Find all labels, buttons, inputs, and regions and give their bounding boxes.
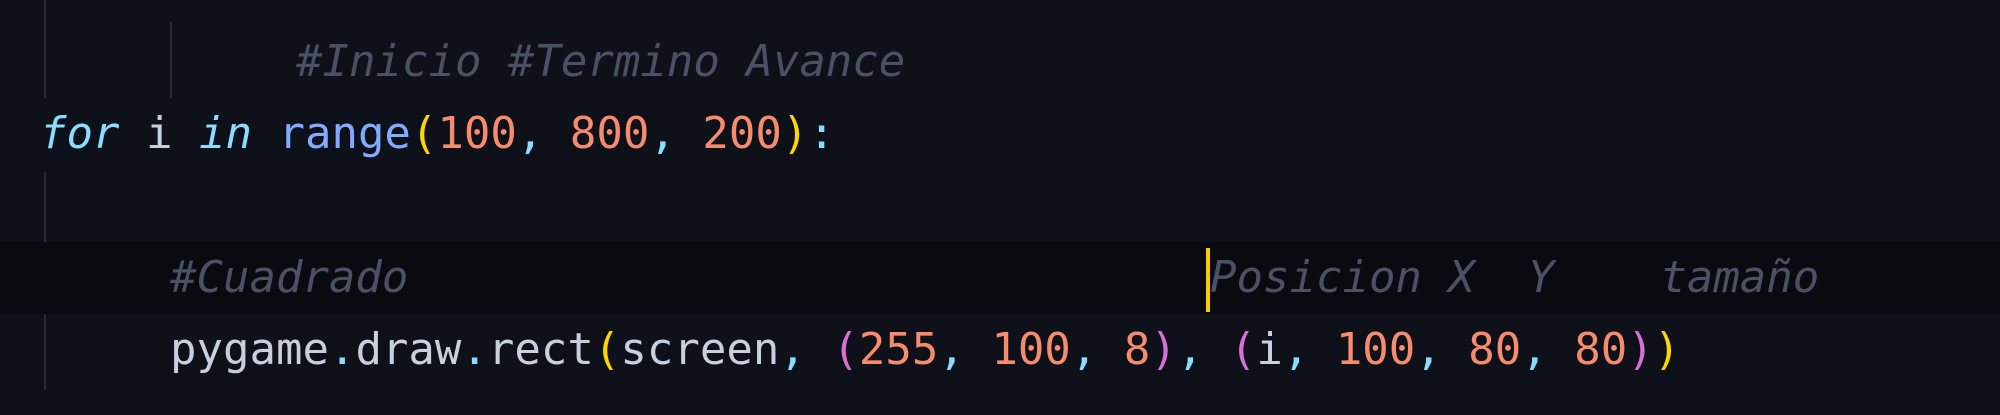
- bracket-token: (: [1229, 324, 1257, 375]
- code-line[interactable]: for i in range(100, 800, 200):: [0, 98, 2000, 170]
- punctuation-token: .: [328, 324, 356, 375]
- function-token: range: [278, 108, 411, 159]
- text-cursor: [1206, 248, 1210, 312]
- keyword-token: in: [198, 108, 252, 159]
- variable-token: i: [145, 108, 173, 159]
- punctuation-token: ,: [938, 324, 965, 375]
- punctuation-token: ,: [649, 108, 676, 159]
- code-line[interactable]: pygame.draw.rect(screen, (255, 100, 8), …: [0, 314, 2000, 386]
- number-token: 80: [1468, 324, 1522, 375]
- identifier-token: pygame: [170, 324, 329, 375]
- punctuation-token: ,: [1176, 324, 1204, 375]
- number-token: 800: [569, 108, 650, 159]
- punctuation-token: ,: [1282, 324, 1310, 375]
- bracket-token: (: [593, 324, 621, 375]
- punctuation-token: ,: [1521, 324, 1548, 375]
- punctuation-token: ,: [516, 108, 544, 159]
- identifier-token: screen: [620, 324, 780, 375]
- punctuation-token: ,: [1415, 324, 1442, 375]
- bracket-token: ): [1627, 324, 1654, 375]
- comment-text: #Cuadrado: [170, 252, 409, 303]
- bracket-token: (: [410, 108, 438, 159]
- comment-text: #Inicio #Termino Avance: [296, 36, 906, 87]
- number-token: 100: [991, 324, 1071, 375]
- keyword-token: for: [40, 108, 120, 159]
- identifier-token: rect: [487, 324, 594, 375]
- number-token: 100: [437, 108, 517, 159]
- code-text: pygame.draw.rect(screen, (255, 100, 8), …: [170, 314, 1680, 386]
- code-line[interactable]: #Inicio #Termino Avance: [0, 26, 2000, 98]
- number-token: 100: [1335, 324, 1416, 375]
- bracket-token: ): [1150, 324, 1177, 375]
- punctuation-token: .: [461, 324, 488, 375]
- identifier-token: draw: [355, 324, 462, 375]
- punctuation-token: :: [808, 108, 835, 159]
- code-editor[interactable]: #Inicio #Termino Avance for i in range(1…: [0, 0, 2000, 415]
- comment-text: Posicion X Y tamaño: [1210, 252, 1820, 303]
- code-line[interactable]: [0, 170, 2000, 242]
- number-token: 255: [858, 324, 939, 375]
- bracket-token: ): [1653, 324, 1681, 375]
- number-token: 8: [1123, 324, 1151, 375]
- bracket-token: (: [832, 324, 859, 375]
- punctuation-token: ,: [779, 324, 806, 375]
- active-code-line[interactable]: #Cuadrado Posicion X Y tamaño: [0, 242, 2000, 314]
- number-token: 80: [1574, 324, 1628, 375]
- punctuation-token: ,: [1070, 324, 1098, 375]
- bracket-token: ): [781, 108, 809, 159]
- code-text: for i in range(100, 800, 200):: [40, 98, 835, 170]
- number-token: 200: [702, 108, 782, 159]
- variable-token: i: [1256, 324, 1283, 375]
